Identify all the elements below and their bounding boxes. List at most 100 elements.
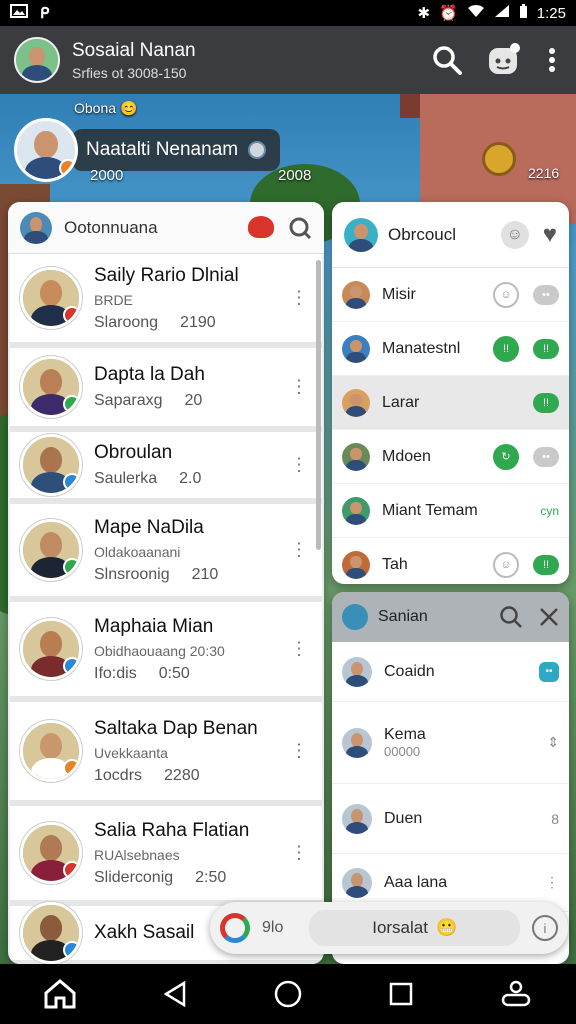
- member-avatar: [342, 280, 370, 309]
- member-status-pill[interactable]: ••: [533, 446, 559, 467]
- member-avatar: [342, 334, 370, 363]
- message-input[interactable]: Iorsalat 😬: [309, 910, 520, 946]
- group-avatar[interactable]: [344, 217, 378, 252]
- member-name: Tah: [382, 555, 408, 573]
- accessibility-icon[interactable]: [499, 979, 533, 1009]
- member-name: Miant Temam: [382, 501, 478, 519]
- more-vert-icon[interactable]: ⋮: [290, 741, 308, 762]
- more-menu-button[interactable]: [542, 43, 562, 77]
- back-icon[interactable]: [162, 980, 188, 1008]
- bot-button[interactable]: [486, 43, 520, 77]
- contact-card[interactable]: Mape NaDila Oldakoaanani Slnsroonig 210 ⋮: [10, 504, 322, 602]
- contact-list: Saily Rario Dlnial BRDE Slaroong 2190 ⋮ Dapta…: [8, 254, 324, 964]
- notification-dot: [510, 43, 520, 53]
- search-button[interactable]: [430, 43, 464, 77]
- group-member-row[interactable]: Tah ☺!!: [332, 538, 569, 584]
- more-vert-icon[interactable]: ⋮: [290, 288, 308, 309]
- search-result-row[interactable]: Duen 8: [332, 784, 569, 854]
- row-action-icon[interactable]: ⋮: [545, 874, 559, 891]
- contact-info: Saltaka Dap Benan Uvekkaanta 1ocdrs 2280: [94, 718, 312, 785]
- hero-stat: 2216: [528, 165, 560, 181]
- contact-card[interactable]: Salia Raha Flatian RUAlsebnaes Sliderconig…: [10, 806, 322, 906]
- close-icon[interactable]: [539, 607, 559, 627]
- profile-avatar[interactable]: [14, 37, 60, 83]
- group-member-row[interactable]: Mdoen ↻ ••: [332, 430, 569, 484]
- search-result-row[interactable]: Coaidn ••: [332, 642, 569, 702]
- contact-info: Obroulan Saulerka 2.0: [94, 442, 312, 488]
- group-member-row[interactable]: Misir ☺ ••: [332, 268, 569, 322]
- contact-card[interactable]: Obroulan Saulerka 2.0 ⋮: [10, 432, 322, 504]
- contact-subtitle: RUAlsebnaes: [94, 846, 180, 863]
- member-action-icon[interactable]: ↻: [493, 443, 519, 470]
- contact-card[interactable]: Maphaia Mian Obidhaouaang 20:30 Ifo:dis 0:5…: [10, 602, 322, 702]
- app-bar: Sosaial Nanan Srfies ot 3008-150: [0, 26, 576, 94]
- group-panel-title: Obrcoucl: [388, 224, 457, 244]
- row-action-icon[interactable]: ⇕: [547, 734, 559, 751]
- contact-card[interactable]: Saltaka Dap Benan Uvekkaanta 1ocdrs 2280 ⋮: [10, 702, 322, 806]
- recents-icon[interactable]: [388, 981, 414, 1007]
- member-status-pill[interactable]: ••: [533, 284, 559, 305]
- search-result-row[interactable]: Kema 00000 ⇕: [332, 702, 569, 784]
- hero-avatar[interactable]: [14, 118, 78, 182]
- search-panel-title: Sanian: [378, 608, 428, 625]
- status-badge: [63, 759, 79, 777]
- more-vert-icon[interactable]: ⋮: [290, 455, 308, 476]
- member-status-pill[interactable]: !!: [533, 338, 559, 359]
- contact-status: Ifo:dis: [94, 664, 137, 682]
- contact-subtitle: Obidhaouaang 20:30: [94, 642, 225, 659]
- result-info: Duen: [384, 810, 551, 828]
- search-icon[interactable]: [288, 216, 312, 240]
- google-icon[interactable]: [220, 913, 250, 943]
- heart-icon[interactable]: ♥: [543, 221, 557, 249]
- emoji-icon[interactable]: 😬: [436, 918, 457, 938]
- member-status-pill[interactable]: !!: [533, 554, 559, 575]
- result-name: Duen: [384, 809, 423, 827]
- home-icon[interactable]: [43, 979, 77, 1009]
- contact-count: 2280: [164, 766, 200, 784]
- contact-count: 2:50: [195, 868, 227, 886]
- contact-card[interactable]: Saily Rario Dlnial BRDE Slaroong 2190 ⋮: [10, 254, 322, 348]
- message-input-text: Iorsalat: [372, 918, 428, 937]
- member-action-icon[interactable]: ☺: [493, 281, 519, 308]
- result-info: Coaidn: [384, 663, 539, 681]
- more-vert-icon[interactable]: ⋮: [290, 639, 308, 660]
- contact-avatar: [20, 618, 82, 680]
- search-icon[interactable]: [499, 605, 523, 629]
- emoji-button[interactable]: ☺: [500, 220, 529, 249]
- gallery-icon: [10, 4, 28, 22]
- group-panel: Obrcoucl ☺ ♥ Misir ☺ •• Manatestnl!!!! Larar…: [332, 202, 569, 584]
- home-circle-icon[interactable]: [273, 979, 303, 1009]
- info-icon[interactable]: i: [532, 915, 558, 941]
- contact-meta: 1ocdrs 2280: [94, 767, 312, 785]
- app-notification-icon: ᑭ: [40, 5, 50, 22]
- contact-meta: Saparaxg 20: [94, 392, 312, 410]
- contact-status: Sliderconig: [94, 868, 174, 886]
- contact-name: Dapta la Dah: [94, 364, 205, 385]
- composer-placeholder[interactable]: 9lo: [262, 919, 283, 937]
- app-subtitle: Srfies ot 3008-150: [72, 64, 187, 81]
- contact-card[interactable]: Dapta la Dah Saparaxg 20 ⋮: [10, 348, 322, 432]
- group-member-row[interactable]: Larar!!: [332, 376, 569, 430]
- more-vert-icon[interactable]: ⋮: [290, 377, 308, 398]
- signal-icon: [494, 4, 510, 22]
- scrollbar[interactable]: [316, 260, 321, 550]
- contact-info: Mape NaDila Oldakoaanani Slnsroonig 210: [94, 517, 312, 584]
- group-member-row[interactable]: Miant Temam cyn: [332, 484, 569, 538]
- row-action-icon[interactable]: 8: [551, 811, 559, 827]
- house-emblem: [482, 142, 516, 176]
- contact-name: Mape NaDila: [94, 516, 204, 538]
- member-action-icon[interactable]: !!: [493, 335, 519, 362]
- panel-avatar[interactable]: [20, 211, 52, 244]
- chat-icon[interactable]: ••: [539, 661, 559, 682]
- contacts-panel-header: Ootonnuana: [8, 202, 324, 254]
- member-avatar: [342, 388, 370, 417]
- more-vert-icon[interactable]: ⋮: [290, 843, 308, 864]
- member-action-icon[interactable]: ☺: [493, 551, 519, 578]
- robot-icon[interactable]: [248, 215, 274, 238]
- member-status-pill[interactable]: !!: [533, 392, 559, 413]
- more-vert-icon[interactable]: ⋮: [290, 540, 308, 561]
- group-member-row[interactable]: Manatestnl!!!!: [332, 322, 569, 376]
- status-badge: [63, 306, 79, 324]
- hero-profile[interactable]: Naatalti Nenanam: [14, 118, 281, 182]
- contact-meta: Saulerka 2.0: [94, 470, 312, 488]
